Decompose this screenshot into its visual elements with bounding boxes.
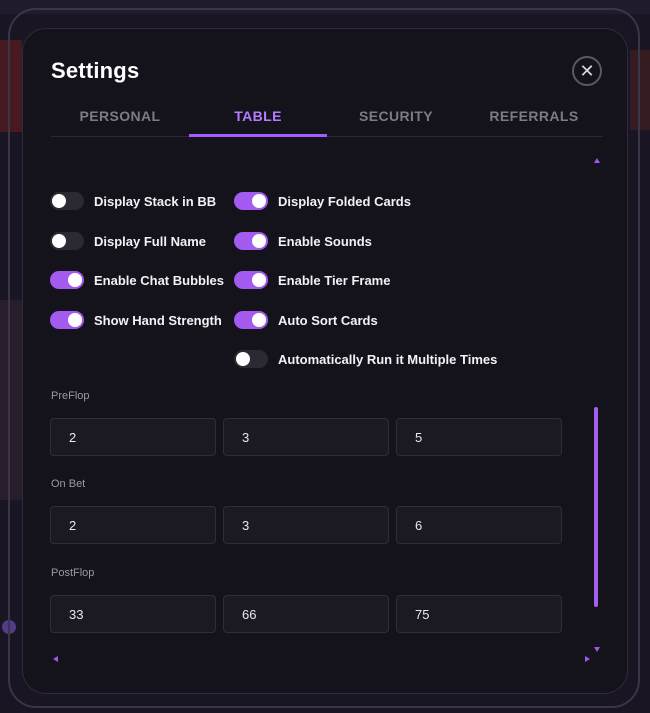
scroll-right-arrow-icon[interactable] bbox=[585, 656, 590, 662]
on-bet-input-1[interactable] bbox=[50, 506, 216, 544]
toggle-knob bbox=[252, 234, 266, 248]
postflop-input-1[interactable] bbox=[50, 595, 216, 633]
settings-dialog: Settings ✕ PERSONAL TABLE SECURITY REFER… bbox=[22, 28, 628, 694]
toggle-row-display-full-name: Display Full Name bbox=[50, 231, 206, 251]
toggle-row-enable-sounds: Enable Sounds bbox=[234, 231, 372, 251]
display-folded-cards-toggle[interactable] bbox=[234, 192, 268, 210]
toggle-knob bbox=[52, 194, 66, 208]
toggle-knob bbox=[252, 273, 266, 287]
scroll-up-arrow-icon[interactable] bbox=[594, 158, 600, 163]
toggle-knob bbox=[236, 352, 250, 366]
toggle-knob bbox=[252, 313, 266, 327]
on-bet-label: On Bet bbox=[51, 478, 86, 490]
auto-run-it-multiple-toggle[interactable] bbox=[234, 350, 268, 368]
toggle-label: Enable Tier Frame bbox=[278, 272, 391, 288]
enable-chat-bubbles-toggle[interactable] bbox=[50, 271, 84, 289]
display-full-name-toggle[interactable] bbox=[50, 232, 84, 250]
toggle-row-enable-tier-frame: Enable Tier Frame bbox=[234, 270, 390, 290]
preflop-input-3[interactable] bbox=[396, 418, 562, 456]
toggle-label: Enable Sounds bbox=[278, 233, 372, 249]
close-icon: ✕ bbox=[579, 61, 595, 81]
toggle-row-enable-chat-bubbles: Enable Chat Bubbles bbox=[50, 270, 224, 290]
settings-tabs: PERSONAL TABLE SECURITY REFERRALS bbox=[51, 107, 603, 137]
toggle-row-display-folded-cards: Display Folded Cards bbox=[234, 191, 411, 211]
toggle-row-display-stack-in-bb: Display Stack in BB bbox=[50, 191, 216, 211]
toggle-label: Show Hand Strength bbox=[94, 312, 222, 328]
postflop-input-2[interactable] bbox=[223, 595, 389, 633]
scroll-left-arrow-icon[interactable] bbox=[53, 656, 58, 662]
auto-sort-cards-toggle[interactable] bbox=[234, 311, 268, 329]
tab-security[interactable]: SECURITY bbox=[327, 107, 465, 136]
toggle-label: Display Folded Cards bbox=[278, 193, 411, 209]
toggle-knob bbox=[68, 313, 82, 327]
toggle-knob bbox=[68, 273, 82, 287]
enable-sounds-toggle[interactable] bbox=[234, 232, 268, 250]
tab-referrals[interactable]: REFERRALS bbox=[465, 107, 603, 136]
toggle-knob bbox=[252, 194, 266, 208]
tab-personal[interactable]: PERSONAL bbox=[51, 107, 189, 136]
toggle-label: Enable Chat Bubbles bbox=[94, 272, 225, 288]
on-bet-input-2[interactable] bbox=[223, 506, 389, 544]
preflop-input-1[interactable] bbox=[50, 418, 216, 456]
toggle-row-auto-run-it-multiple: Automatically Run it Multiple Times bbox=[234, 349, 497, 369]
toggle-knob bbox=[52, 234, 66, 248]
vertical-scrollbar-thumb[interactable] bbox=[594, 407, 598, 607]
toggle-row-auto-sort-cards: Auto Sort Cards bbox=[234, 310, 378, 330]
toggle-label: Automatically Run it Multiple Times bbox=[278, 351, 498, 367]
close-button[interactable]: ✕ bbox=[572, 56, 602, 86]
postflop-label: PostFlop bbox=[51, 567, 95, 579]
toggle-label: Display Full Name bbox=[94, 233, 206, 249]
scroll-down-arrow-icon[interactable] bbox=[594, 647, 600, 652]
postflop-input-3[interactable] bbox=[396, 595, 562, 633]
tab-table[interactable]: TABLE bbox=[189, 107, 327, 137]
preflop-input-2[interactable] bbox=[223, 418, 389, 456]
on-bet-input-3[interactable] bbox=[396, 506, 562, 544]
toggle-label: Display Stack in BB bbox=[94, 193, 217, 209]
show-hand-strength-toggle[interactable] bbox=[50, 311, 84, 329]
enable-tier-frame-toggle[interactable] bbox=[234, 271, 268, 289]
toggle-label: Auto Sort Cards bbox=[278, 312, 378, 328]
toggle-row-show-hand-strength: Show Hand Strength bbox=[50, 310, 222, 330]
dialog-title: Settings bbox=[51, 58, 140, 83]
preflop-label: PreFlop bbox=[51, 390, 90, 402]
display-stack-in-bb-toggle[interactable] bbox=[50, 192, 84, 210]
